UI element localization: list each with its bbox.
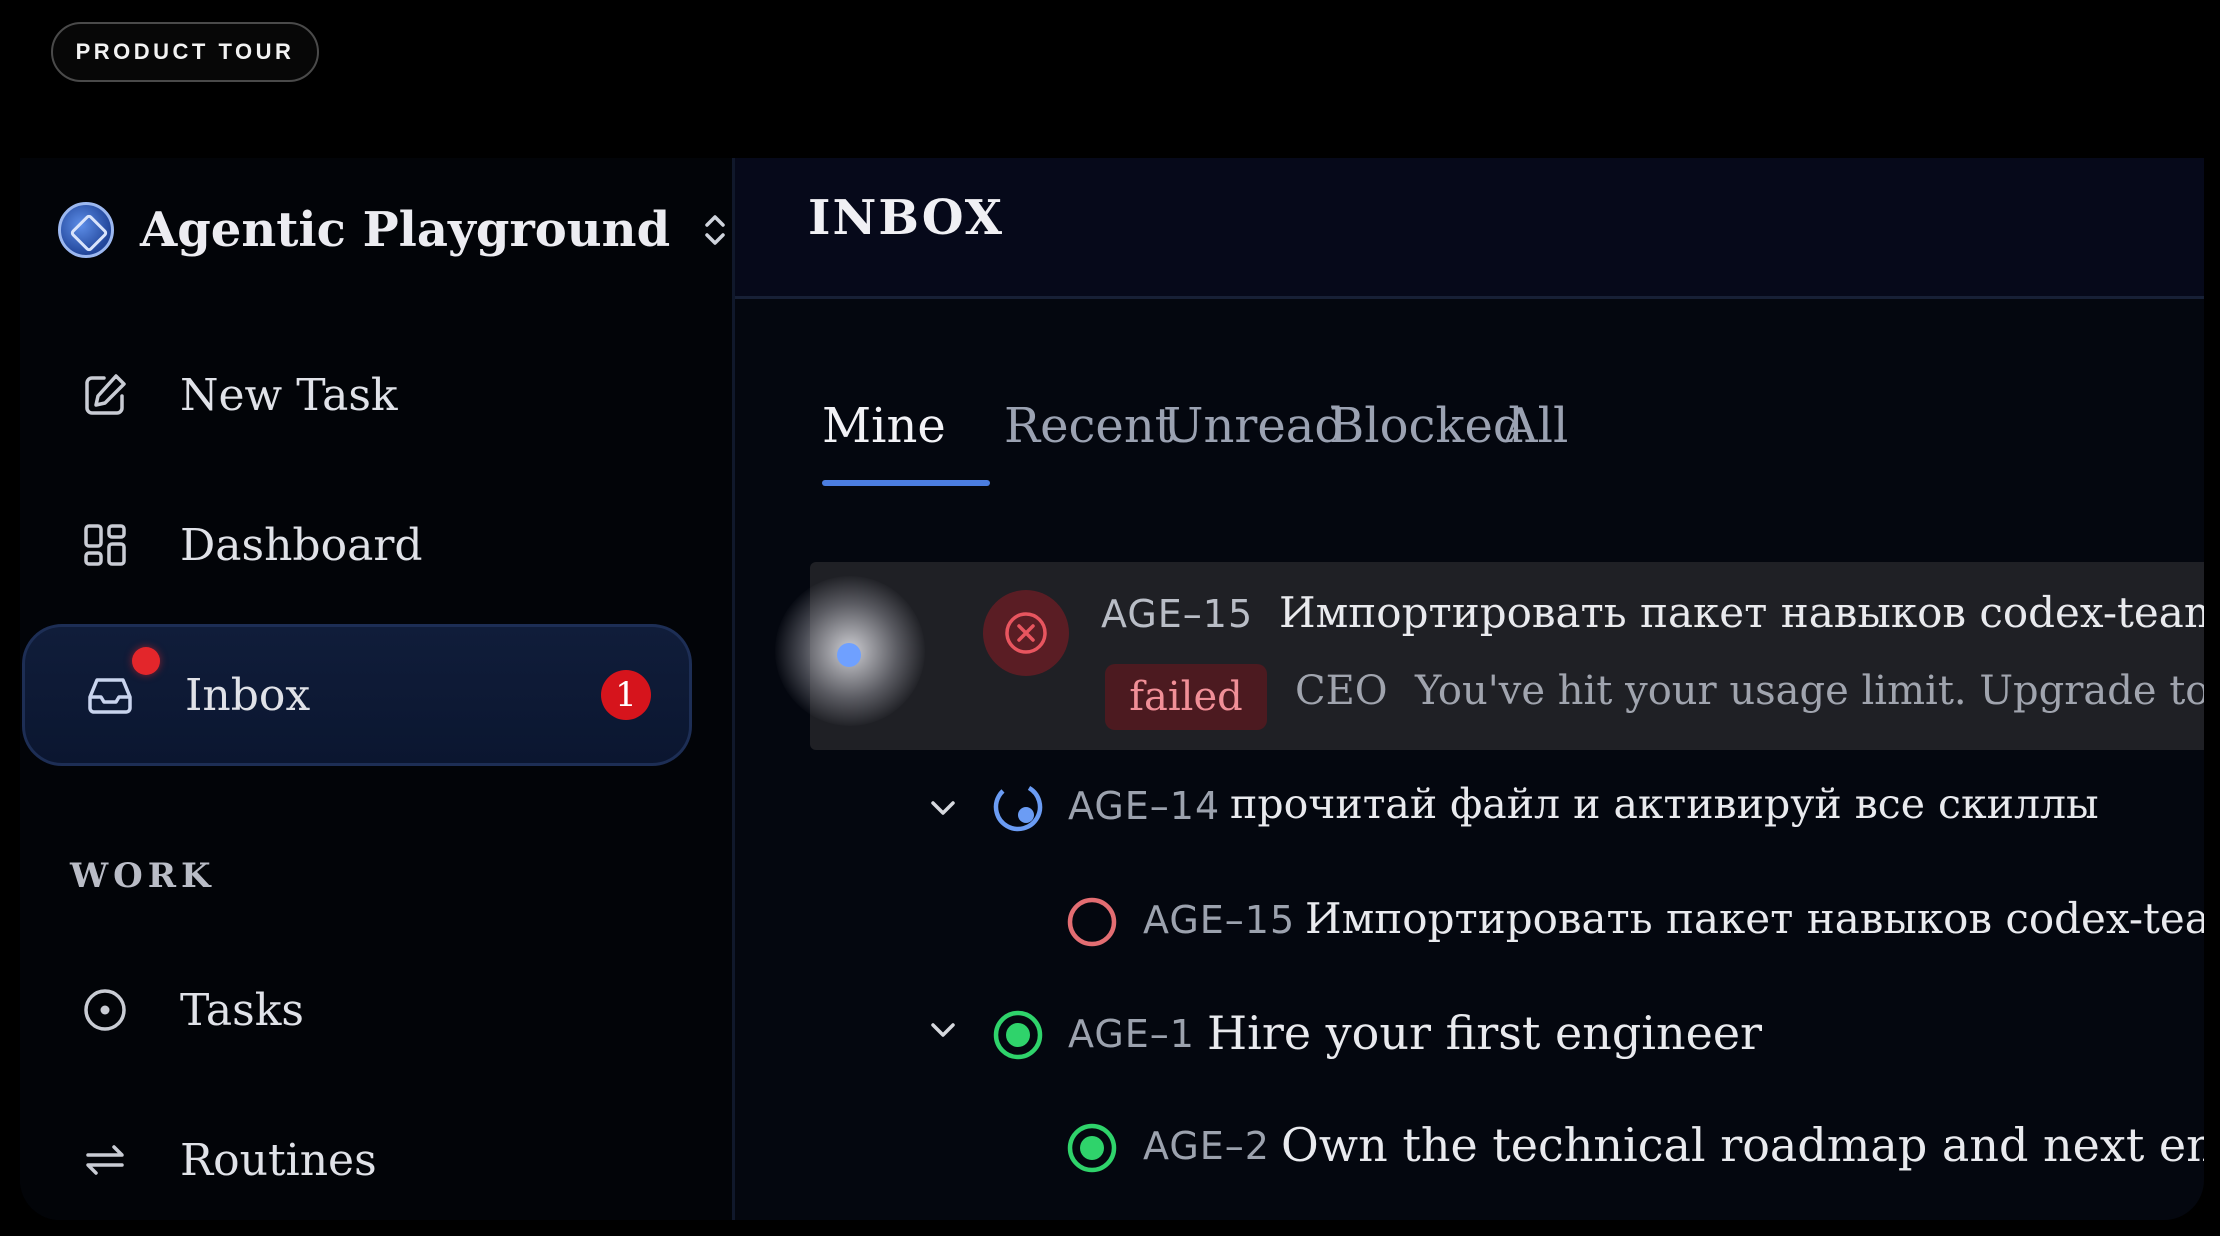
workspace-switcher[interactable]: Agentic Playground [58,196,728,264]
edit-icon [85,374,126,415]
tab-blocked[interactable]: Blocked [1329,398,1524,454]
inbox-count-badge: 1 [601,670,651,720]
app-window: Agentic Playground New Task Dashboard In… [20,158,2204,1220]
active-tab-indicator [822,480,990,486]
done-status-icon [993,1010,1043,1060]
page-title: INBOX [808,190,1004,246]
item-title: Импортировать пакет навыков codex-team [1305,894,2204,943]
chevron-up-down-icon [702,210,728,250]
todo-status-icon [1067,897,1117,947]
sidebar: Agentic Playground New Task Dashboard In… [20,158,735,1220]
item-title: Hire your first engineer [1207,1006,1763,1060]
nav-routines-label: Routines [180,1134,377,1186]
inbox-icon [88,678,132,714]
workspace-name: Agentic Playground [140,202,671,258]
chevron-down-icon[interactable] [925,1012,961,1048]
tab-mine[interactable]: Mine [822,398,946,454]
status-badge-failed: failed [1105,664,1267,730]
item-id: AGE–14 [1068,784,1221,828]
item-id: AGE–1 [1068,1012,1195,1056]
failed-status-icon [983,590,1069,676]
item-actor: CEO [1295,668,1388,714]
item-title: Импортировать пакет навыков codex-team- [1279,588,2204,637]
nav-inbox[interactable]: Inbox 1 [22,624,692,766]
workspace-logo-icon [58,202,114,258]
main-panel: INBOX Mine Recent Unread Blocked All AGE… [735,158,2204,1220]
nav-new-task[interactable]: New Task [20,325,692,465]
x-circle-icon [1005,612,1047,654]
nav-tasks[interactable]: Tasks [20,940,692,1080]
tab-unread[interactable]: Unread [1163,398,1345,454]
tasks-icon [84,989,126,1031]
tab-all[interactable]: All [1503,398,1568,454]
nav-dashboard[interactable]: Dashboard [20,475,692,615]
tab-recent[interactable]: Recent [1004,398,1174,454]
dashboard-icon [84,524,126,566]
chevron-down-icon[interactable] [925,790,961,826]
item-id: AGE–15 [1101,592,1254,636]
routines-icon [86,1145,124,1175]
nav-dashboard-label: Dashboard [180,519,423,571]
nav-inbox-label: Inbox [185,669,311,721]
nav-tasks-label: Tasks [180,984,304,1036]
main-header: INBOX [735,158,2204,299]
nav-new-task-label: New Task [180,369,398,421]
section-label-work: WORK [70,856,216,896]
product-tour-pill[interactable]: PRODUCT TOUR [51,22,319,82]
unread-dot [837,643,861,667]
item-title: Own the technical roadmap and next engi [1281,1118,2204,1172]
unread-indicator-dot [132,647,160,675]
nav-routines[interactable]: Routines [20,1090,692,1220]
item-snippet: You've hit your usage limit. Upgrade to … [1415,668,2204,714]
item-id: AGE–15 [1143,898,1296,942]
item-title: прочитай файл и активируй все скиллы [1230,780,2099,828]
done-status-icon [1067,1123,1117,1173]
item-id: AGE–2 [1143,1124,1270,1168]
in-progress-status-icon [993,782,1043,832]
screen: PRODUCT TOUR Agentic Playground New Task… [0,0,2220,1236]
